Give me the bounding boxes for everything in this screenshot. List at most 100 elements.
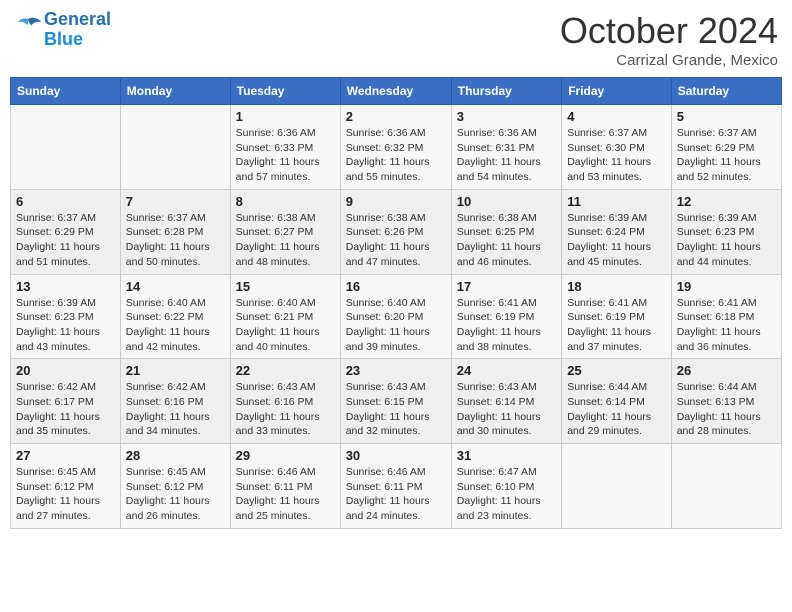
calendar-cell: 17Sunrise: 6:41 AMSunset: 6:19 PMDayligh… (451, 274, 561, 359)
calendar-cell: 27 Sunrise: 6:45 AMSunset: 6:12 PMDayligh… (11, 444, 121, 529)
logo-text: GeneralBlue (44, 10, 111, 50)
calendar-cell: 30Sunrise: 6:46 AMSunset: 6:11 PMDayligh… (340, 444, 451, 529)
location: Carrizal Grande, Mexico (560, 52, 778, 69)
calendar-cell: 9Sunrise: 6:38 AMSunset: 6:26 PMDaylight… (340, 189, 451, 274)
calendar-cell: 20Sunrise: 6:42 AMSunset: 6:17 PMDayligh… (11, 359, 121, 444)
day-info: Sunrise: 6:39 AMSunset: 6:23 PMDaylight:… (16, 296, 115, 355)
day-number: 8 (236, 194, 335, 209)
day-info: Sunrise: 6:44 AMSunset: 6:13 PMDaylight:… (677, 380, 776, 439)
day-number: 29 (236, 448, 335, 463)
day-number: 7 (126, 194, 225, 209)
day-info: Sunrise: 6:40 AMSunset: 6:22 PMDaylight:… (126, 296, 225, 355)
calendar-cell: 3Sunrise: 6:36 AMSunset: 6:31 PMDaylight… (451, 105, 561, 190)
day-number: 15 (236, 279, 335, 294)
calendar-cell: 2 Sunrise: 6:36 AMSunset: 6:32 PMDaylight… (340, 105, 451, 190)
day-number: 21 (126, 363, 225, 378)
day-info: Sunrise: 6:37 AMSunset: 6:29 PMDaylight:… (16, 211, 115, 270)
day-info: Sunrise: 6:43 AMSunset: 6:16 PMDaylight:… (236, 380, 335, 439)
calendar-week-row: 20Sunrise: 6:42 AMSunset: 6:17 PMDayligh… (11, 359, 782, 444)
calendar-cell: 1 Sunrise: 6:36 AMSunset: 6:33 PMDaylight… (230, 105, 340, 190)
calendar-week-row: 13 Sunrise: 6:39 AMSunset: 6:23 PMDayligh… (11, 274, 782, 359)
day-number: 13 (16, 279, 115, 294)
logo-bird-icon (14, 16, 42, 38)
day-info: Sunrise: 6:46 AMSunset: 6:11 PMDaylight:… (236, 465, 335, 524)
day-info: Sunrise: 6:37 AMSunset: 6:29 PMDaylight:… (677, 126, 776, 185)
calendar-cell: 8 Sunrise: 6:38 AMSunset: 6:27 PMDaylight… (230, 189, 340, 274)
day-info: Sunrise: 6:40 AMSunset: 6:20 PMDaylight:… (346, 296, 446, 355)
day-number: 22 (236, 363, 335, 378)
calendar-cell: 19 Sunrise: 6:41 AMSunset: 6:18 PMDayligh… (671, 274, 781, 359)
calendar-cell: 12Sunrise: 6:39 AMSunset: 6:23 PMDayligh… (671, 189, 781, 274)
day-info: Sunrise: 6:38 AMSunset: 6:26 PMDaylight:… (346, 211, 446, 270)
calendar-cell: 11 Sunrise: 6:39 AMSunset: 6:24 PMDayligh… (562, 189, 672, 274)
day-number: 16 (346, 279, 446, 294)
calendar-week-row: 1 Sunrise: 6:36 AMSunset: 6:33 PMDaylight… (11, 105, 782, 190)
day-info: Sunrise: 6:45 AMSunset: 6:12 PMDaylight:… (16, 465, 115, 524)
day-number: 14 (126, 279, 225, 294)
day-number: 3 (457, 109, 556, 124)
calendar-cell: 26 Sunrise: 6:44 AMSunset: 6:13 PMDayligh… (671, 359, 781, 444)
calendar-cell: 23 Sunrise: 6:43 AMSunset: 6:15 PMDayligh… (340, 359, 451, 444)
day-number: 17 (457, 279, 556, 294)
logo: GeneralBlue (14, 10, 111, 50)
calendar-cell: 21 Sunrise: 6:42 AMSunset: 6:16 PMDayligh… (120, 359, 230, 444)
calendar-cell: 7Sunrise: 6:37 AMSunset: 6:28 PMDaylight… (120, 189, 230, 274)
day-number: 6 (16, 194, 115, 209)
weekday-header-thursday: Thursday (451, 78, 561, 105)
calendar-cell: 10Sunrise: 6:38 AMSunset: 6:25 PMDayligh… (451, 189, 561, 274)
day-info: Sunrise: 6:36 AMSunset: 6:33 PMDaylight:… (236, 126, 335, 185)
day-number: 30 (346, 448, 446, 463)
day-info: Sunrise: 6:40 AMSunset: 6:21 PMDaylight:… (236, 296, 335, 355)
day-number: 23 (346, 363, 446, 378)
day-number: 19 (677, 279, 776, 294)
day-info: Sunrise: 6:39 AMSunset: 6:23 PMDaylight:… (677, 211, 776, 270)
day-info: Sunrise: 6:38 AMSunset: 6:27 PMDaylight:… (236, 211, 335, 270)
calendar-cell: 6 Sunrise: 6:37 AMSunset: 6:29 PMDaylight… (11, 189, 121, 274)
day-info: Sunrise: 6:39 AMSunset: 6:24 PMDaylight:… (567, 211, 666, 270)
day-info: Sunrise: 6:41 AMSunset: 6:18 PMDaylight:… (677, 296, 776, 355)
calendar-cell: 22 Sunrise: 6:43 AMSunset: 6:16 PMDayligh… (230, 359, 340, 444)
calendar-table: SundayMondayTuesdayWednesdayThursdayFrid… (10, 77, 782, 529)
weekday-header-wednesday: Wednesday (340, 78, 451, 105)
weekday-header-monday: Monday (120, 78, 230, 105)
calendar-cell: 29 Sunrise: 6:46 AMSunset: 6:11 PMDayligh… (230, 444, 340, 529)
weekday-header-saturday: Saturday (671, 78, 781, 105)
day-number: 28 (126, 448, 225, 463)
day-info: Sunrise: 6:38 AMSunset: 6:25 PMDaylight:… (457, 211, 556, 270)
day-number: 31 (457, 448, 556, 463)
day-number: 24 (457, 363, 556, 378)
calendar-cell: 28Sunrise: 6:45 AMSunset: 6:12 PMDayligh… (120, 444, 230, 529)
calendar-cell: 24 Sunrise: 6:43 AMSunset: 6:14 PMDayligh… (451, 359, 561, 444)
calendar-week-row: 27 Sunrise: 6:45 AMSunset: 6:12 PMDayligh… (11, 444, 782, 529)
calendar-cell: 16 Sunrise: 6:40 AMSunset: 6:20 PMDayligh… (340, 274, 451, 359)
day-number: 26 (677, 363, 776, 378)
calendar-cell: 31Sunrise: 6:47 AMSunset: 6:10 PMDayligh… (451, 444, 561, 529)
calendar-cell: 25Sunrise: 6:44 AMSunset: 6:14 PMDayligh… (562, 359, 672, 444)
calendar-cell: 15 Sunrise: 6:40 AMSunset: 6:21 PMDayligh… (230, 274, 340, 359)
day-number: 27 (16, 448, 115, 463)
day-number: 18 (567, 279, 666, 294)
day-info: Sunrise: 6:37 AMSunset: 6:30 PMDaylight:… (567, 126, 666, 185)
calendar-cell (562, 444, 672, 529)
calendar-cell (671, 444, 781, 529)
calendar-cell (11, 105, 121, 190)
day-number: 4 (567, 109, 666, 124)
day-info: Sunrise: 6:41 AMSunset: 6:19 PMDaylight:… (567, 296, 666, 355)
calendar-cell: 18 Sunrise: 6:41 AMSunset: 6:19 PMDayligh… (562, 274, 672, 359)
day-info: Sunrise: 6:42 AMSunset: 6:16 PMDaylight:… (126, 380, 225, 439)
day-info: Sunrise: 6:43 AMSunset: 6:15 PMDaylight:… (346, 380, 446, 439)
weekday-header-friday: Friday (562, 78, 672, 105)
weekday-header-tuesday: Tuesday (230, 78, 340, 105)
day-info: Sunrise: 6:36 AMSunset: 6:32 PMDaylight:… (346, 126, 446, 185)
day-number: 1 (236, 109, 335, 124)
page-header: GeneralBlue October 2024 Carrizal Grande… (10, 10, 782, 69)
day-number: 11 (567, 194, 666, 209)
calendar-week-row: 6 Sunrise: 6:37 AMSunset: 6:29 PMDaylight… (11, 189, 782, 274)
day-info: Sunrise: 6:42 AMSunset: 6:17 PMDaylight:… (16, 380, 115, 439)
day-info: Sunrise: 6:43 AMSunset: 6:14 PMDaylight:… (457, 380, 556, 439)
title-block: October 2024 Carrizal Grande, Mexico (560, 10, 778, 69)
day-number: 2 (346, 109, 446, 124)
day-info: Sunrise: 6:44 AMSunset: 6:14 PMDaylight:… (567, 380, 666, 439)
calendar-header: SundayMondayTuesdayWednesdayThursdayFrid… (11, 78, 782, 105)
calendar-cell: 5Sunrise: 6:37 AMSunset: 6:29 PMDaylight… (671, 105, 781, 190)
